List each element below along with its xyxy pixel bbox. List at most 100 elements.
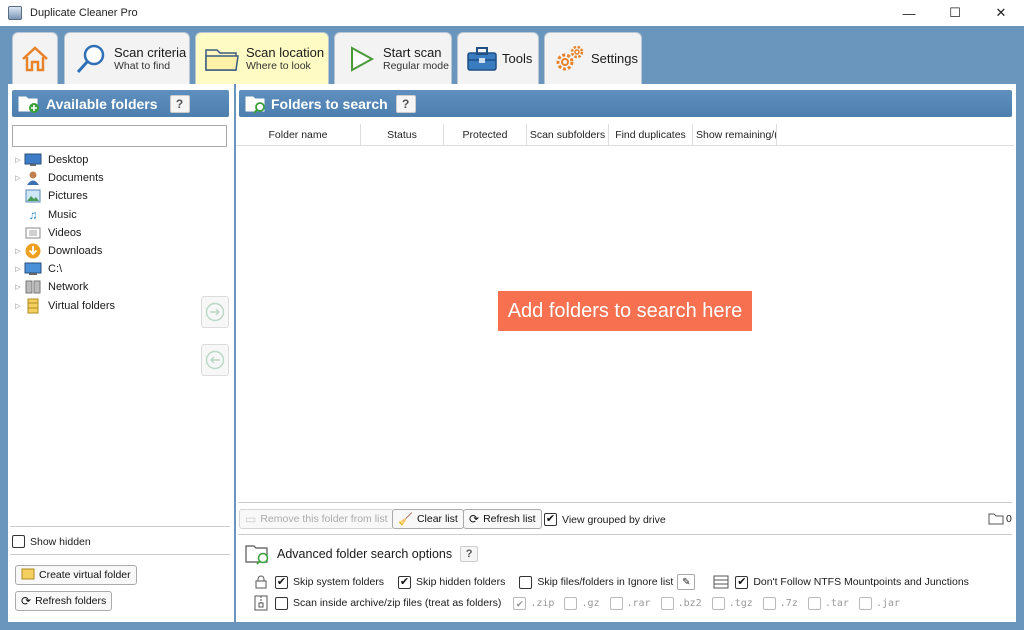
folder-add-icon bbox=[18, 96, 39, 113]
ext-gz[interactable]: .gz bbox=[564, 596, 600, 610]
folders-to-search-header: Folders to search ? bbox=[239, 90, 1012, 117]
archive-icon bbox=[254, 595, 268, 611]
ext-zip[interactable]: .zip bbox=[513, 596, 554, 610]
refresh-list-button[interactable]: ⟳ Refresh list bbox=[463, 509, 542, 529]
folder-filter-input[interactable] bbox=[12, 125, 227, 147]
tree-item-virtual-folders[interactable]: ▷ Virtual folders bbox=[12, 297, 212, 315]
minimize-button[interactable]: — bbox=[886, 0, 932, 26]
window-title: Duplicate Cleaner Pro bbox=[30, 7, 138, 19]
tab-settings[interactable]: Settings bbox=[544, 32, 642, 84]
dont-follow-ntfs-option[interactable]: Don't Follow NTFS Mountpoints and Juncti… bbox=[735, 575, 969, 589]
help-button[interactable]: ? bbox=[395, 94, 416, 113]
pictures-icon bbox=[24, 188, 42, 204]
skip-system-checkbox[interactable] bbox=[275, 575, 288, 589]
ext-checkbox[interactable] bbox=[858, 596, 872, 610]
column-find-duplicates[interactable]: Find duplicates bbox=[609, 124, 693, 146]
close-button[interactable]: ✕ bbox=[978, 0, 1024, 26]
refresh-folders-button[interactable]: ⟳ Refresh folders bbox=[15, 591, 113, 611]
expand-arrow-icon[interactable]: ▷ bbox=[12, 156, 24, 164]
show-hidden-checkbox[interactable] bbox=[12, 535, 25, 548]
expand-arrow-icon[interactable]: ▷ bbox=[12, 283, 24, 291]
ext-tar[interactable]: .tar bbox=[807, 596, 849, 610]
tree-item-network[interactable]: ▷ Network bbox=[12, 278, 212, 296]
remove-folder-arrow-button[interactable] bbox=[201, 344, 229, 376]
title-bar: Duplicate Cleaner Pro — ☐ ✕ bbox=[0, 0, 1024, 26]
tab-scan-location[interactable]: Scan location Where to look bbox=[195, 32, 329, 84]
expand-arrow-icon[interactable]: ▷ bbox=[12, 265, 24, 273]
list-icon bbox=[713, 575, 729, 589]
column-status[interactable]: Status bbox=[361, 124, 444, 146]
scan-archive-checkbox[interactable] bbox=[275, 596, 288, 610]
clear-list-button[interactable]: 🧹 Clear list bbox=[392, 509, 464, 529]
play-icon bbox=[351, 45, 375, 72]
view-grouped-option[interactable]: View grouped by drive bbox=[544, 513, 666, 526]
tab-home[interactable] bbox=[12, 32, 58, 84]
skip-hidden-checkbox[interactable] bbox=[398, 575, 412, 589]
tree-item-documents[interactable]: ▷ Documents bbox=[12, 169, 212, 187]
tree-item-label: Music bbox=[48, 208, 77, 221]
divider bbox=[10, 526, 230, 527]
show-hidden-option[interactable]: Show hidden bbox=[12, 535, 91, 548]
ext-7z[interactable]: .7z bbox=[762, 596, 798, 610]
ext-checkbox[interactable] bbox=[762, 596, 776, 610]
panel-title: Folders to search bbox=[271, 95, 388, 112]
column-protected[interactable]: Protected bbox=[444, 124, 527, 146]
broom-icon: 🧹 bbox=[398, 512, 413, 526]
home-icon bbox=[22, 45, 48, 71]
expand-arrow-icon[interactable]: ▷ bbox=[12, 302, 24, 310]
add-folder-arrow-button[interactable] bbox=[201, 296, 229, 328]
view-grouped-checkbox[interactable] bbox=[544, 513, 557, 526]
tree-item-label: Pictures bbox=[48, 190, 88, 203]
downloads-icon bbox=[24, 243, 42, 259]
maximize-button[interactable]: ☐ bbox=[932, 0, 978, 26]
column-scan-subfolders[interactable]: Scan subfolders bbox=[527, 124, 609, 146]
divider bbox=[238, 502, 1012, 503]
tree-item-downloads[interactable]: ▷ Downloads bbox=[12, 242, 212, 260]
ext-checkbox[interactable] bbox=[513, 596, 527, 610]
edit-ignore-list-button[interactable]: ✎ bbox=[677, 574, 696, 590]
ext-bz2[interactable]: .bz2 bbox=[660, 596, 702, 610]
tab-start-scan[interactable]: Start scan Regular mode bbox=[334, 32, 452, 84]
dont-follow-ntfs-checkbox[interactable] bbox=[735, 575, 749, 589]
ext-rar[interactable]: .rar bbox=[609, 596, 651, 610]
archive-options-row: Scan inside archive/zip files (treat as … bbox=[254, 595, 910, 611]
divider bbox=[238, 534, 1012, 535]
ext-checkbox[interactable] bbox=[609, 596, 623, 610]
scan-archive-option[interactable]: Scan inside archive/zip files (treat as … bbox=[275, 596, 501, 610]
expand-arrow-icon[interactable]: ▷ bbox=[12, 174, 24, 182]
advanced-help-button[interactable]: ? bbox=[460, 546, 479, 562]
tree-item-pictures[interactable]: Pictures bbox=[12, 187, 212, 205]
desktop-icon bbox=[24, 152, 42, 168]
column-show-remaining[interactable]: Show remaining/( bbox=[693, 124, 777, 146]
toolbox-icon bbox=[467, 46, 497, 71]
skip-ignore-checkbox[interactable] bbox=[519, 575, 533, 589]
advanced-options-header: Advanced folder search options ? bbox=[245, 542, 479, 566]
skip-system-option[interactable]: Skip system folders bbox=[275, 575, 384, 589]
ext-tgz[interactable]: .tgz bbox=[711, 596, 753, 610]
tree-item-music[interactable]: ♫ Music bbox=[12, 206, 212, 224]
skip-ignore-option[interactable]: Skip files/folders in Ignore list bbox=[519, 575, 673, 589]
tree-item-label: C:\ bbox=[48, 263, 63, 276]
ext-checkbox[interactable] bbox=[660, 596, 674, 610]
help-button[interactable]: ? bbox=[169, 94, 190, 113]
tree-item-label: Downloads bbox=[48, 245, 103, 258]
ext-checkbox[interactable] bbox=[807, 596, 821, 610]
skip-hidden-option[interactable]: Skip hidden folders bbox=[398, 575, 505, 589]
tree-item-videos[interactable]: Videos bbox=[12, 224, 212, 242]
tab-tools[interactable]: Tools bbox=[457, 32, 539, 84]
advanced-options-title: Advanced folder search options bbox=[277, 547, 453, 561]
arrow-left-icon bbox=[205, 350, 225, 370]
remove-folder-button[interactable]: ▭ Remove this folder from list bbox=[239, 509, 394, 529]
tree-item-c-drive[interactable]: ▷ C:\ bbox=[12, 260, 212, 278]
app-icon bbox=[8, 6, 22, 20]
ext-jar[interactable]: .jar bbox=[858, 596, 900, 610]
expand-arrow-icon[interactable]: ▷ bbox=[12, 247, 24, 255]
ext-checkbox[interactable] bbox=[564, 596, 578, 610]
tree-item-desktop[interactable]: ▷ Desktop bbox=[12, 151, 212, 169]
folders-table-header: Folder name Status Protected Scan subfol… bbox=[236, 124, 1014, 146]
create-virtual-folder-button[interactable]: Create virtual folder bbox=[15, 565, 137, 585]
ext-checkbox[interactable] bbox=[711, 596, 725, 610]
refresh-icon: ⟳ bbox=[469, 512, 480, 526]
tab-scan-criteria[interactable]: Scan criteria What to find bbox=[64, 32, 190, 84]
column-folder-name[interactable]: Folder name bbox=[236, 124, 361, 146]
